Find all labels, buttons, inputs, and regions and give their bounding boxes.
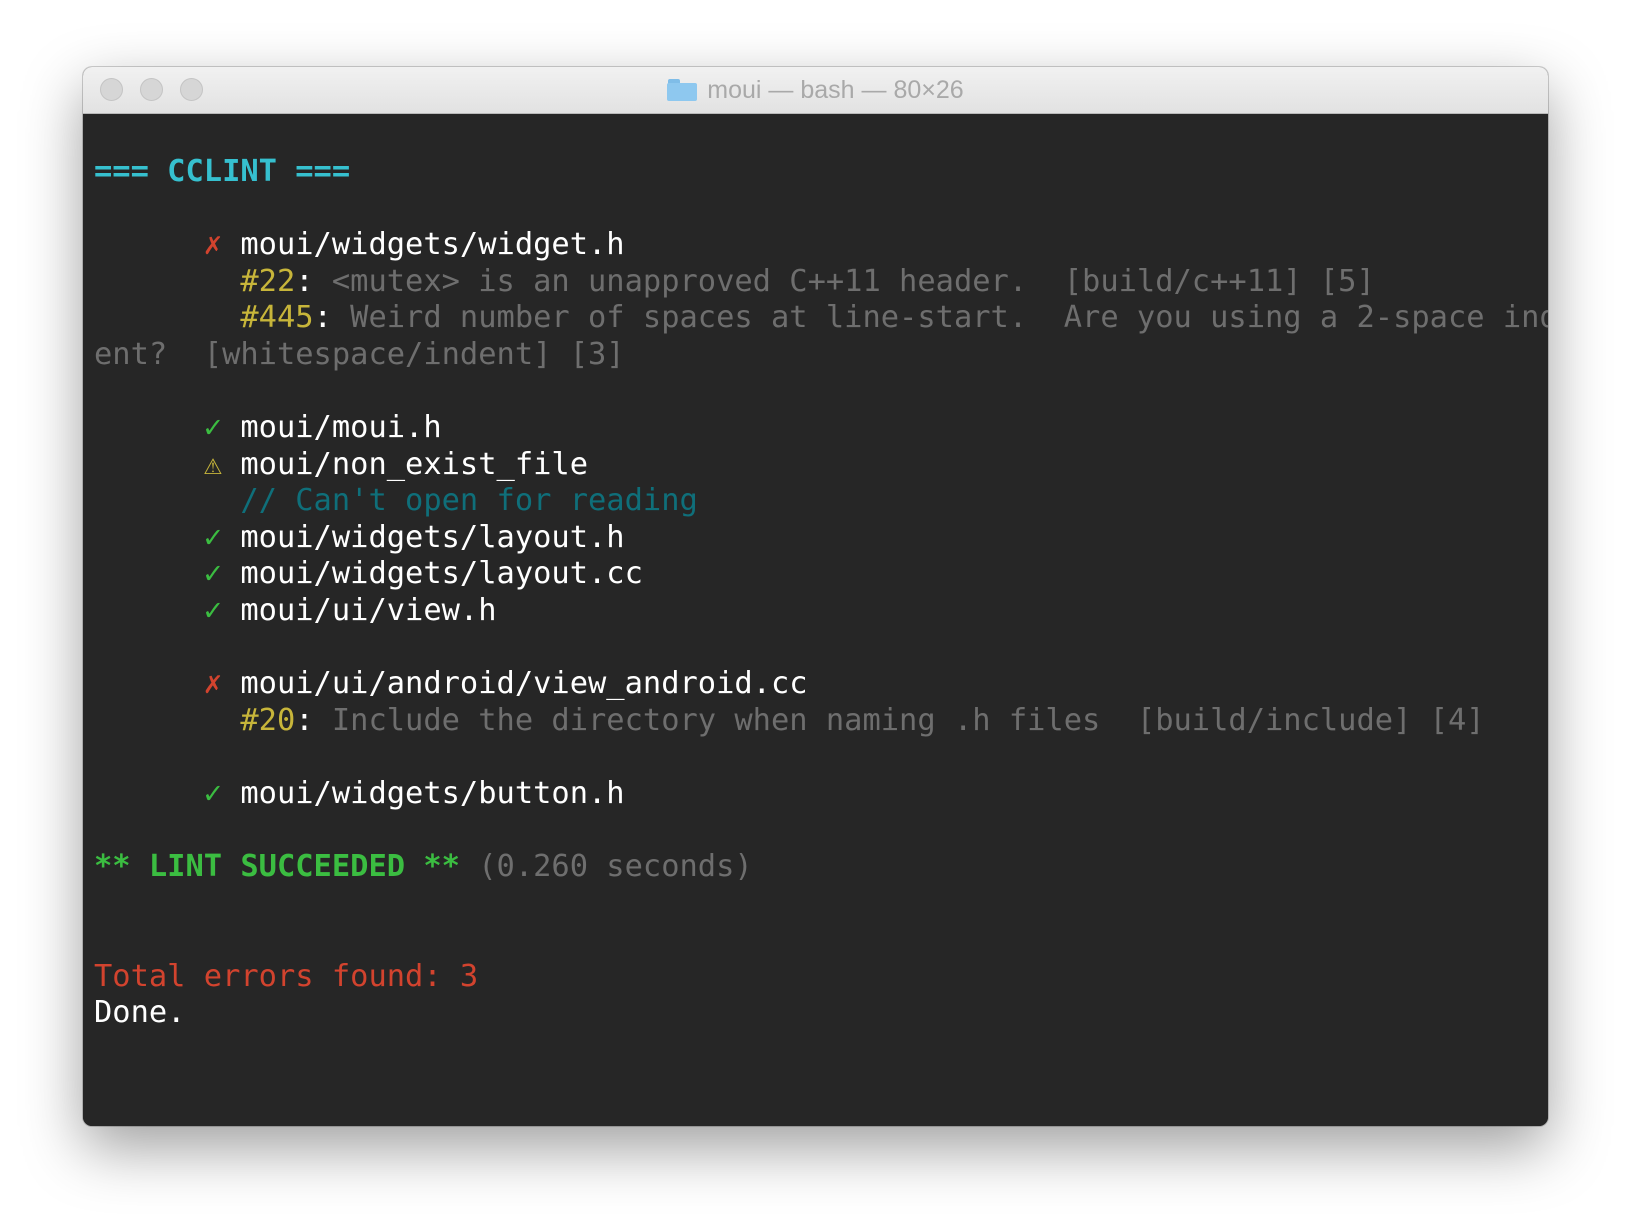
issue-message: <mutex> is an unapproved C++11 header. [… [313, 264, 1375, 299]
check-mark-icon: ✓ [203, 520, 223, 555]
lint-result: ** LINT SUCCEEDED ** (0.260 seconds) [94, 848, 753, 886]
error-mark-icon: ✗ [203, 227, 223, 262]
total-errors: Total errors found: 3 [94, 959, 479, 994]
file-path: moui/ui/view.h [240, 593, 497, 628]
lint-duration: (0.260 seconds) [459, 849, 753, 884]
warning-icon: ⚠ [203, 447, 223, 482]
check-mark-icon: ✓ [203, 776, 223, 811]
check-mark-icon: ✓ [203, 556, 223, 591]
file-entry: ✓ moui/widgets/button.h [94, 775, 625, 813]
done-message: Done. [94, 995, 186, 1030]
file-path: moui/non_exist_file [240, 447, 589, 482]
warning-comment: // Can't open for reading [240, 483, 698, 518]
window-title: moui — bash — 80×26 [83, 67, 1548, 113]
issue-line-number: #20 [240, 703, 296, 738]
folder-icon [667, 79, 698, 101]
file-path: moui/widgets/layout.h [240, 520, 625, 555]
title-bar[interactable]: moui — bash — 80×26 [83, 67, 1548, 114]
file-path: moui/ui/android/view_android.cc [240, 666, 808, 701]
cclint-header: === CCLINT === [94, 154, 351, 189]
issue-line-number: #445 [240, 300, 314, 335]
file-entry: ✗ moui/widgets/widget.h [94, 226, 625, 264]
file-entry: ✓ moui/widgets/layout.cc [94, 555, 643, 593]
file-path: moui/moui.h [240, 410, 442, 445]
file-entry: ✓ moui/widgets/layout.h [94, 519, 625, 557]
issue-line: #20: Include the directory when naming .… [240, 703, 1485, 738]
file-entry: ✓ moui/moui.h [94, 409, 442, 447]
issue-line-number: #22 [240, 264, 296, 299]
issue-line: #445: Weird number of spaces at line-sta… [94, 299, 1548, 337]
error-mark-icon: ✗ [203, 666, 223, 701]
terminal-output[interactable]: === CCLINT === ✗ moui/widgets/widget.h #… [83, 114, 1548, 1126]
file-path: moui/widgets/layout.cc [240, 556, 643, 591]
file-path: moui/widgets/widget.h [240, 227, 625, 262]
issue-message-wrap: ent? [whitespace/indent] [3] [94, 337, 625, 372]
window-title-text: moui — bash — 80×26 [707, 75, 964, 104]
issue-message: Include the directory when naming .h fil… [313, 703, 1485, 738]
issue-message: Weird number of spaces at line-start. Ar… [331, 300, 1548, 335]
issue-line: #22: <mutex> is an unapproved C++11 head… [240, 264, 1375, 299]
terminal-window: moui — bash — 80×26 === CCLINT === ✗ mou… [83, 67, 1548, 1126]
check-mark-icon: ✓ [203, 593, 223, 628]
file-entry: ✓ moui/ui/view.h [94, 592, 497, 630]
file-path: moui/widgets/button.h [240, 776, 625, 811]
file-entry: ⚠ moui/non_exist_file [94, 446, 588, 484]
check-mark-icon: ✓ [203, 410, 223, 445]
lint-result-status: ** LINT SUCCEEDED ** [94, 849, 460, 884]
file-entry: ✗ moui/ui/android/view_android.cc [94, 665, 808, 703]
